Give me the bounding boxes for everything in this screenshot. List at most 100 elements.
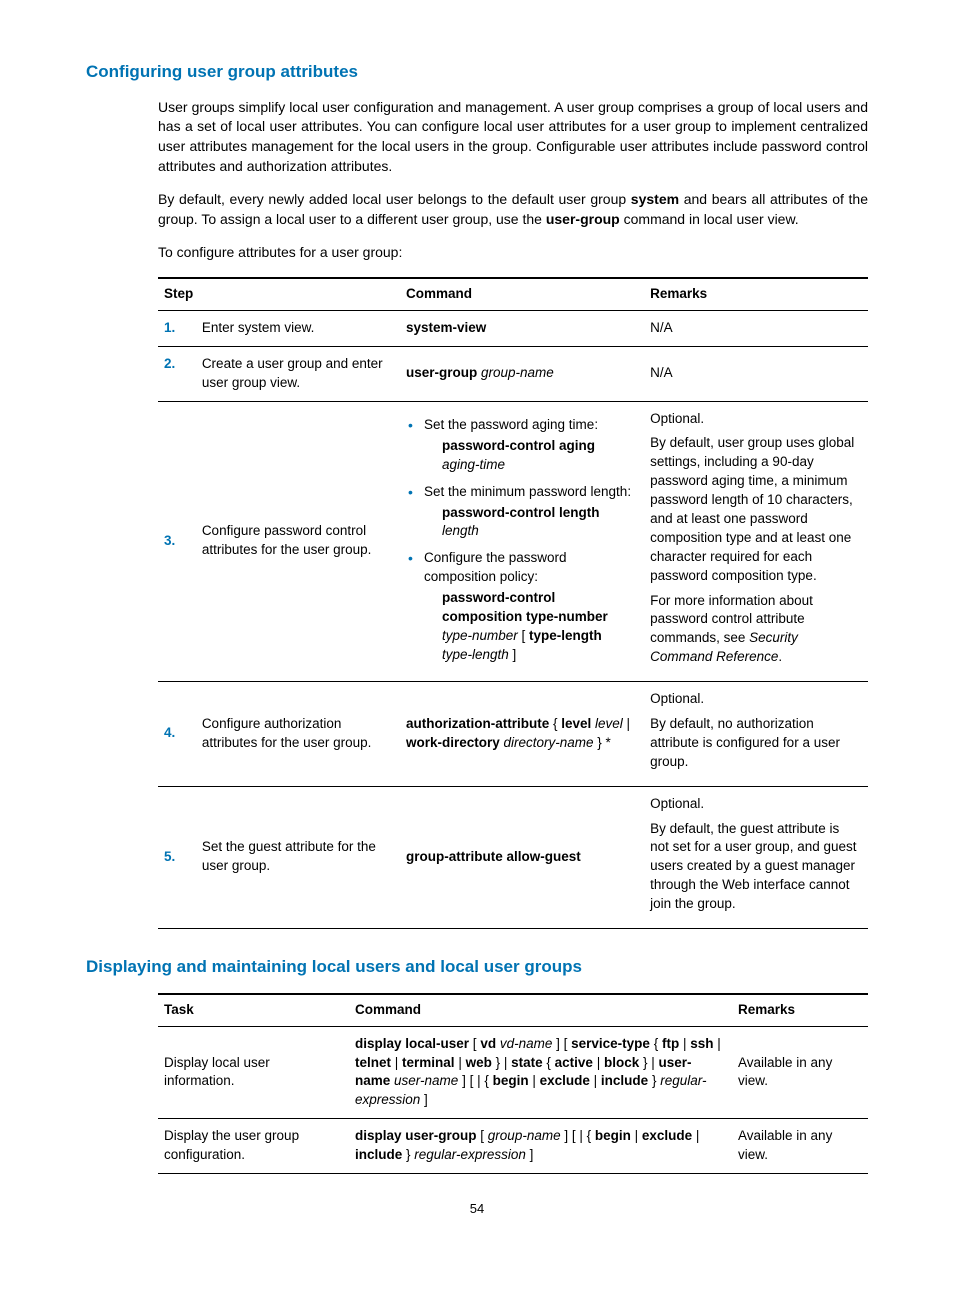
remark: Optional. By default, user group uses gl… [650,410,858,668]
cmd-arg: type-number [442,628,518,643]
cmd: include [601,1073,648,1088]
table-row: 2. Create a user group and enter user gr… [158,346,868,401]
cmd: exclude [540,1073,590,1088]
col-remarks: Remarks [732,994,868,1026]
table-row: Display the user group configuration. di… [158,1119,868,1174]
cmd: include [355,1147,402,1162]
cmd-arg: length [442,523,479,538]
cmd-cell: display user-group [ group-name ] [ | { … [349,1119,732,1174]
task-desc: Display the user group configuration. [158,1119,349,1174]
tasks-table: Task Command Remarks Display local user … [158,993,868,1174]
cmd: password-control composition type-number [442,590,608,624]
paragraph: To configure attributes for a user group… [158,243,868,263]
cmd: active [555,1055,593,1070]
text: By default, no authorization attribute i… [650,715,858,772]
table-row: 3. Configure password control attributes… [158,401,868,682]
cmd: work-directory [406,735,500,750]
cmd: authorization-attribute [406,716,549,731]
col-remarks: Remarks [644,278,868,310]
text-bold: system [631,191,679,207]
cmd: state [511,1055,543,1070]
cmd-arg: vd-name [496,1036,552,1051]
text: By default, the guest attribute is not s… [650,820,858,914]
text: Set the password aging time: [424,417,598,432]
cmd-cell: display local-user [ vd vd-name ] [ serv… [349,1026,732,1119]
list-item: Configure the password composition polic… [406,549,634,664]
col-step: Step [158,278,400,310]
text: Optional. [650,795,858,814]
remark: Optional. By default, no authorization a… [650,690,858,772]
cmd-arg: directory-name [500,735,594,750]
text: Set the minimum password length: [424,484,631,499]
cmd: password-control aging [442,438,595,453]
remark: Available in any view. [732,1119,868,1174]
table-row: 5. Set the guest attribute for the user … [158,786,868,928]
steps-table: Step Command Remarks 1. Enter system vie… [158,277,868,929]
page-number: 54 [86,1200,868,1218]
table-row: 1. Enter system view. system-view N/A [158,310,868,346]
cmd: password-control length [442,505,600,520]
step-num: 3. [158,401,196,682]
cmd: begin [493,1073,529,1088]
cmd: display local-user [355,1036,469,1051]
text-bold: user-group [546,211,620,227]
text: Optional. [650,690,858,709]
cmd-arg: level [591,716,623,731]
cmd-arg: regular-expression [414,1147,526,1162]
cmd-cell: authorization-attribute { level level | … [400,682,644,787]
col-command: Command [400,278,644,310]
text: . [778,649,782,664]
step-num: 5. [158,786,196,928]
text: By default, user group uses global setti… [650,434,858,585]
text: command in local user view. [620,211,799,227]
cmd: level [561,716,591,731]
cmd: group-attribute allow-guest [406,849,581,864]
cmd-list: Set the password aging time: password-co… [406,416,634,665]
cmd-arg: group-name [484,1128,561,1143]
cmd: telnet [355,1055,391,1070]
step-desc: Configure password control attributes fo… [196,401,400,682]
cmd-arg: user-name [390,1073,458,1088]
cmd: exclude [642,1128,692,1143]
table-row: Display local user information. display … [158,1026,868,1119]
text: Configure the password composition polic… [424,550,567,584]
cmd: display user-group [355,1128,477,1143]
step-desc: Set the guest attribute for the user gro… [196,786,400,928]
section-heading-displaying: Displaying and maintaining local users a… [86,955,868,979]
step-num: 1. [158,310,196,346]
remark: Available in any view. [732,1026,868,1119]
text: Optional. [650,410,858,429]
list-item: Set the password aging time: password-co… [406,416,634,475]
remark: N/A [644,310,868,346]
cmd: terminal [402,1055,455,1070]
cmd-arg: aging-time [442,457,505,472]
step-desc: Create a user group and enter user group… [196,346,400,401]
step-num: 4. [158,682,196,787]
list-item: Set the minimum password length: passwor… [406,483,634,542]
cmd: system-view [406,320,486,335]
cmd: service-type [571,1036,650,1051]
paragraph: User groups simplify local user configur… [158,98,868,176]
section-heading-configuring: Configuring user group attributes [86,60,868,84]
cmd: ssh [690,1036,713,1051]
cmd: type-length [529,628,602,643]
text: By default, every newly added local user… [158,191,631,207]
paragraph: By default, every newly added local user… [158,190,868,229]
cmd: user-group [406,365,477,380]
remark: N/A [644,346,868,401]
cmd: web [466,1055,492,1070]
col-task: Task [158,994,349,1026]
cmd: vd [480,1036,496,1051]
task-desc: Display local user information. [158,1026,349,1119]
remark: Optional. By default, the guest attribut… [650,795,858,914]
cmd: block [604,1055,639,1070]
cmd: ftp [662,1036,679,1051]
cmd-arg: group-name [477,365,554,380]
cmd: begin [595,1128,631,1143]
step-desc: Enter system view. [196,310,400,346]
step-num: 2. [158,346,196,401]
col-command: Command [349,994,732,1026]
cmd-arg: type-length [442,647,509,662]
step-desc: Configure authorization attributes for t… [196,682,400,787]
table-row: 4. Configure authorization attributes fo… [158,682,868,787]
